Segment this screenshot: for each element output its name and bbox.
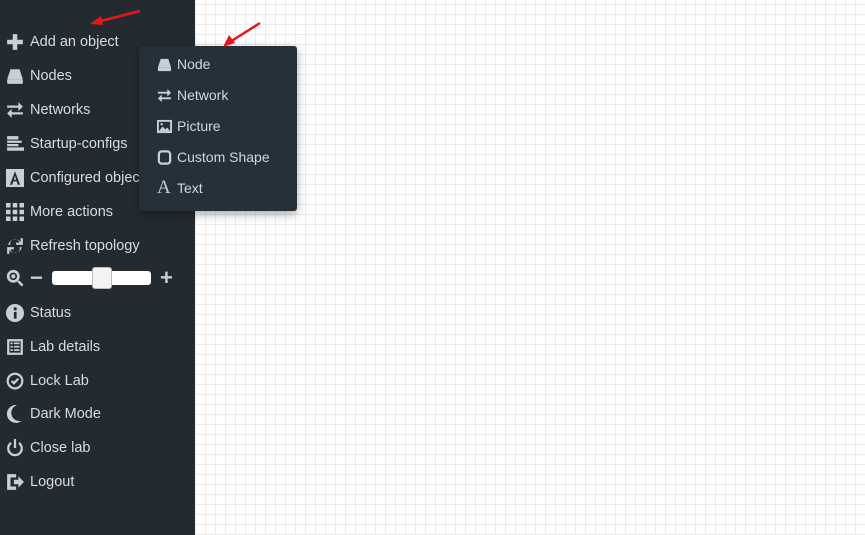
hdd-icon xyxy=(0,67,30,85)
sidebar-item-add-object[interactable]: Add an object xyxy=(0,28,119,56)
sidebar-item-logout[interactable]: Logout xyxy=(0,468,74,496)
add-object-menu: Node Network Picture Custom Shape A Text xyxy=(139,46,297,211)
picture-icon xyxy=(157,119,177,134)
menu-item-label: Text xyxy=(177,180,203,196)
sign-out-icon xyxy=(0,473,30,491)
refresh-icon xyxy=(0,237,30,255)
check-circle-icon xyxy=(0,372,30,390)
info-icon xyxy=(0,304,30,322)
sidebar-item-label: Status xyxy=(30,305,72,321)
sidebar-item-label: Configured objects xyxy=(30,170,151,186)
sidebar-item-label: Lab details xyxy=(30,339,101,355)
sidebar-item-label: Startup-configs xyxy=(30,136,128,152)
menu-item-node[interactable]: Node xyxy=(157,52,210,76)
zoom-icon xyxy=(0,269,30,287)
plus-icon xyxy=(0,33,30,51)
sidebar-item-nodes[interactable]: Nodes xyxy=(0,62,72,90)
zoom-slider-thumb[interactable] xyxy=(91,267,112,289)
menu-item-custom-shape[interactable]: Custom Shape xyxy=(157,145,270,169)
sidebar-item-label: Refresh topology xyxy=(30,238,140,254)
square-icon xyxy=(157,149,177,165)
sidebar-item-dark-mode[interactable]: Dark Mode xyxy=(0,400,101,428)
sidebar-item-refresh-topology[interactable]: Refresh topology xyxy=(0,232,140,260)
exchange-icon xyxy=(157,88,177,103)
sidebar-item-configured-objects[interactable]: Configured objects xyxy=(0,164,151,192)
sidebar-item-more-actions[interactable]: More actions xyxy=(0,198,113,226)
menu-item-picture[interactable]: Picture xyxy=(157,114,221,138)
zoom-control: − + xyxy=(0,265,173,291)
menu-item-label: Picture xyxy=(177,118,221,134)
zoom-out-button[interactable]: − xyxy=(30,265,46,291)
grid-icon xyxy=(0,203,30,221)
menu-item-text[interactable]: A Text xyxy=(157,176,203,200)
sidebar-item-close-lab[interactable]: Close lab xyxy=(0,434,90,462)
font-icon: A xyxy=(157,177,171,198)
sidebar-item-lock-lab[interactable]: Lock Lab xyxy=(0,367,89,395)
sidebar-item-label: Dark Mode xyxy=(30,406,101,422)
sidebar-item-lab-details[interactable]: Lab details xyxy=(0,333,100,361)
font-icon xyxy=(0,169,30,187)
sidebar-item-label: Nodes xyxy=(30,68,72,84)
align-left-icon xyxy=(0,135,30,153)
sidebar-item-label: Close lab xyxy=(30,440,91,456)
menu-item-label: Custom Shape xyxy=(177,149,270,165)
sidebar-item-networks[interactable]: Networks xyxy=(0,96,90,124)
hdd-icon xyxy=(157,57,177,72)
exchange-icon xyxy=(0,101,30,119)
menu-item-network[interactable]: Network xyxy=(157,83,228,107)
sidebar-item-label: Networks xyxy=(30,102,91,118)
power-icon xyxy=(0,439,30,457)
zoom-slider[interactable] xyxy=(52,267,151,289)
sidebar-item-status[interactable]: Status xyxy=(0,299,71,327)
zoom-in-button[interactable]: + xyxy=(160,265,173,291)
menu-item-label: Node xyxy=(177,56,211,72)
sidebar-item-startup-configs[interactable]: Startup-configs xyxy=(0,130,128,158)
sidebar-item-label: More actions xyxy=(30,204,114,220)
list-icon xyxy=(0,338,30,356)
sidebar-item-label: Logout xyxy=(30,474,75,490)
sidebar-item-label: Lock Lab xyxy=(30,373,89,389)
sidebar-item-label: Add an object xyxy=(30,34,119,50)
menu-item-label: Network xyxy=(177,87,229,103)
moon-icon xyxy=(0,405,30,423)
